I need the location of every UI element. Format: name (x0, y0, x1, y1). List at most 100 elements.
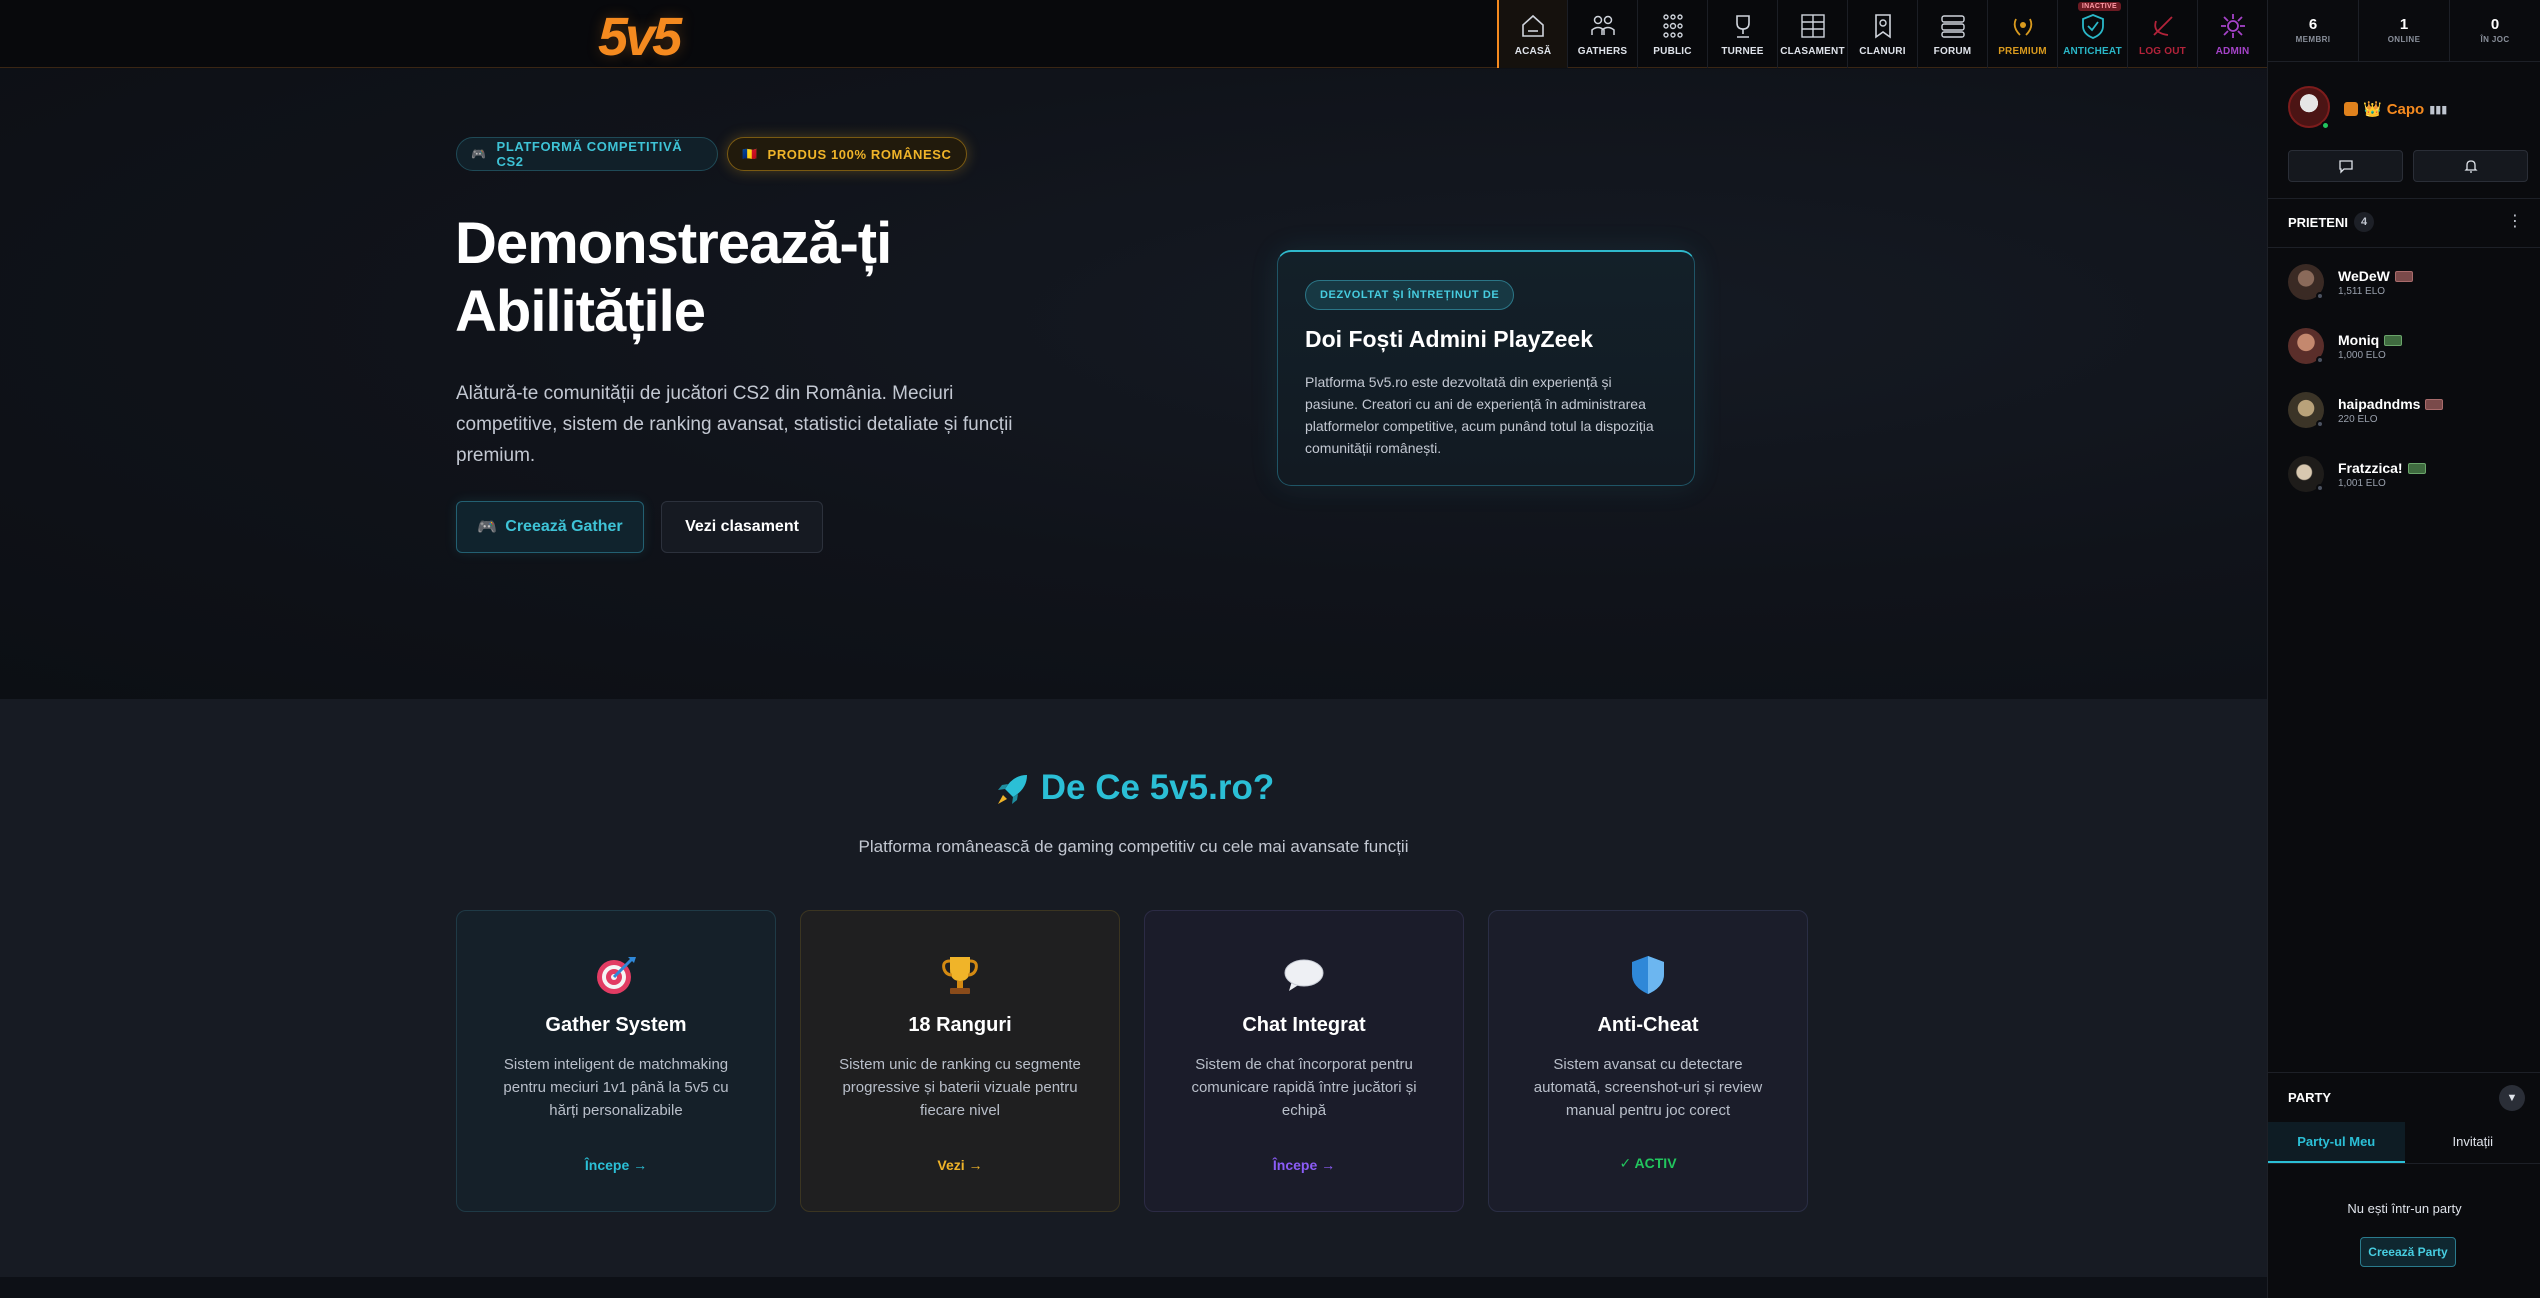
developers-text: Platforma 5v5.ro este dezvoltată din exp… (1305, 374, 1654, 456)
romanian-product-pill: 🇷🇴 PRODUS 100% ROMÂNESC (727, 137, 967, 171)
inactive-badge: INACTIVE (2077, 2, 2121, 11)
nav-home[interactable]: ACASĂ (1497, 0, 1567, 68)
nav-label: LOG OUT (2139, 46, 2186, 57)
nav-label: PUBLIC (1653, 46, 1692, 57)
feature-link-start[interactable]: Începe → (457, 1157, 775, 1173)
create-party-button[interactable]: Creează Party (2360, 1237, 2456, 1267)
nav-label: PREMIUM (1998, 46, 2047, 57)
collapse-chevron-icon[interactable]: ▼ (2499, 1085, 2525, 1111)
messages-button[interactable] (2288, 150, 2403, 182)
trophy-icon (1735, 15, 1750, 38)
friend-name-row: haipadndms (2338, 396, 2444, 412)
site-logo[interactable]: 5v5 (598, 6, 682, 68)
create-gather-button[interactable]: 🎮 Creează Gather (456, 501, 644, 553)
stat-value: 1 (2399, 16, 2409, 33)
players-icon (1590, 15, 1615, 35)
bell-icon (2463, 160, 2478, 173)
stat-value: 6 (2308, 16, 2318, 33)
view-ranking-button[interactable]: Vezi clasament (661, 501, 823, 553)
friend-name-row: WeDeW (2338, 268, 2413, 284)
feature-link-start[interactable]: Începe → (1145, 1157, 1463, 1173)
hero-title-line2: Abilitățile (455, 279, 706, 344)
tab-my-party[interactable]: Party-ul Meu (2268, 1122, 2405, 1163)
party-header: PARTY ▼ (2268, 1072, 2540, 1122)
nav-public[interactable]: PUBLIC (1637, 0, 1707, 68)
pill-label: PRODUS 100% ROMÂNESC (767, 146, 952, 162)
button-label: Creează Gather (505, 518, 623, 535)
feature-title: Gather System (545, 1014, 687, 1036)
user-name-row: 👑 Capo ▮▮▮ (2344, 100, 2447, 118)
feature-title: Chat Integrat (1242, 1014, 1366, 1036)
page-bottom-strip (0, 1277, 2267, 1298)
nav-tournaments[interactable]: TURNEE (1707, 0, 1777, 68)
stat-label: ONLINE (2387, 35, 2421, 44)
feature-link-view[interactable]: Vezi → (801, 1157, 1119, 1173)
gamepad-icon: 🎮 (471, 147, 487, 161)
stat-online: 1 ONLINE (2359, 0, 2450, 61)
gamepad-icon: 🎮 (477, 519, 498, 536)
developers-card: DEZVOLTAT ȘI ÎNTREȚINUT DE Doi Foști Adm… (1277, 250, 1695, 486)
nav-label: CLASAMENT (1780, 46, 1845, 57)
hero-title: Demonstrează-ți Abilitățile (455, 210, 1155, 346)
feature-description: Sistem de chat încorporat pentru comunic… (1191, 1056, 1417, 1119)
feature-description: Sistem unic de ranking cu segmente progr… (839, 1056, 1081, 1119)
features-section: De Ce 5v5.ro? Platforma românească de ga… (0, 699, 2267, 1277)
stat-label: MEMBRI (2295, 35, 2331, 44)
tab-invitations[interactable]: Invitații (2405, 1122, 2540, 1163)
features-title: De Ce 5v5.ro? (0, 768, 2267, 809)
friend-elo: 1,001 ELO (2338, 478, 2386, 489)
cs2-platform-pill: 🎮 PLATFORMĂ COMPETITIVĂ CS2 (456, 137, 718, 171)
friend-name: Moniq (2338, 332, 2380, 348)
friend-item[interactable]: Fratzzica! 1,001 ELO (2288, 456, 2528, 496)
nav-label: ANTICHEAT (2063, 46, 2122, 57)
current-user[interactable]: 👑 Capo ▮▮▮ (2288, 86, 2528, 132)
more-options-icon[interactable]: ⋮ (2507, 211, 2523, 231)
nav-premium[interactable]: PREMIUM (1987, 0, 2057, 68)
feature-card-chat: Chat Integrat Sistem de chat încorporat … (1144, 910, 1464, 1212)
offline-status-dot (2316, 484, 2324, 492)
nav-label: ACASĂ (1514, 46, 1552, 57)
anticheat-status-active: ✓ ACTIV (1619, 1155, 1677, 1171)
friend-item[interactable]: haipadndms 220 ELO (2288, 392, 2528, 432)
hero-subtitle: Alătură-te comunității de jucători CS2 d… (456, 383, 1013, 466)
ranking-icon (1800, 14, 1825, 38)
stat-label: ÎN JOC (2480, 35, 2510, 44)
offline-status-dot (2316, 420, 2324, 428)
friend-item[interactable]: WeDeW 1,511 ELO (2288, 264, 2528, 304)
shield-icon (1632, 956, 1664, 994)
friends-count-badge: 4 (2354, 212, 2374, 232)
stat-members: 6 MEMBRI (2268, 0, 2359, 61)
party-title: PARTY (2288, 1090, 2332, 1105)
stat-value: 0 (2490, 16, 2500, 33)
hero-section (0, 69, 2267, 699)
feature-card-anticheat: Anti-Cheat Sistem avansat cu detectare a… (1488, 910, 1808, 1212)
rank-badge-icon (2425, 398, 2444, 410)
party-empty-text: Nu ești într-un party (2347, 1201, 2462, 1216)
friends-header: PRIETENI 4 ⋮ (2268, 198, 2540, 248)
friend-name: haipadndms (2338, 396, 2421, 412)
nav-admin[interactable]: ADMIN (2197, 0, 2267, 68)
feature-title: Anti-Cheat (1597, 1014, 1699, 1036)
chat-bubble-icon (1284, 959, 1324, 991)
friend-item[interactable]: Moniq 1,000 ELO (2288, 328, 2528, 368)
top-navbar: 5v5 ACASĂ GATHERS PUBLIC TURNEE CLASAMEN… (0, 0, 2267, 68)
friend-name-row: Moniq (2338, 332, 2403, 348)
nav-forum[interactable]: FORUM (1917, 0, 1987, 68)
friend-name: Fratzzica! (2338, 460, 2403, 476)
username: Capo (2386, 100, 2425, 118)
hero-title-line1: Demonstrează-ți (455, 211, 892, 276)
features-subtitle: Platforma românească de gaming competiti… (858, 837, 1409, 856)
nav-gathers[interactable]: GATHERS (1567, 0, 1637, 68)
nav-anticheat[interactable]: INACTIVE ANTICHEAT (2057, 0, 2127, 68)
nav-clans[interactable]: CLANURI (1847, 0, 1917, 68)
notifications-button[interactable] (2413, 150, 2528, 182)
nav-label: TURNEE (1721, 46, 1764, 57)
offline-status-dot (2316, 356, 2324, 364)
forum-icon (1940, 15, 1965, 38)
friend-elo: 1,511 ELO (2338, 286, 2386, 297)
feature-card-ranks: 18 Ranguri Sistem unic de ranking cu seg… (800, 910, 1120, 1212)
nav-label: FORUM (1933, 46, 1972, 57)
nav-ranking[interactable]: CLASAMENT (1777, 0, 1847, 68)
stat-in-game: 0 ÎN JOC (2450, 0, 2540, 61)
nav-logout[interactable]: LOG OUT (2127, 0, 2197, 68)
